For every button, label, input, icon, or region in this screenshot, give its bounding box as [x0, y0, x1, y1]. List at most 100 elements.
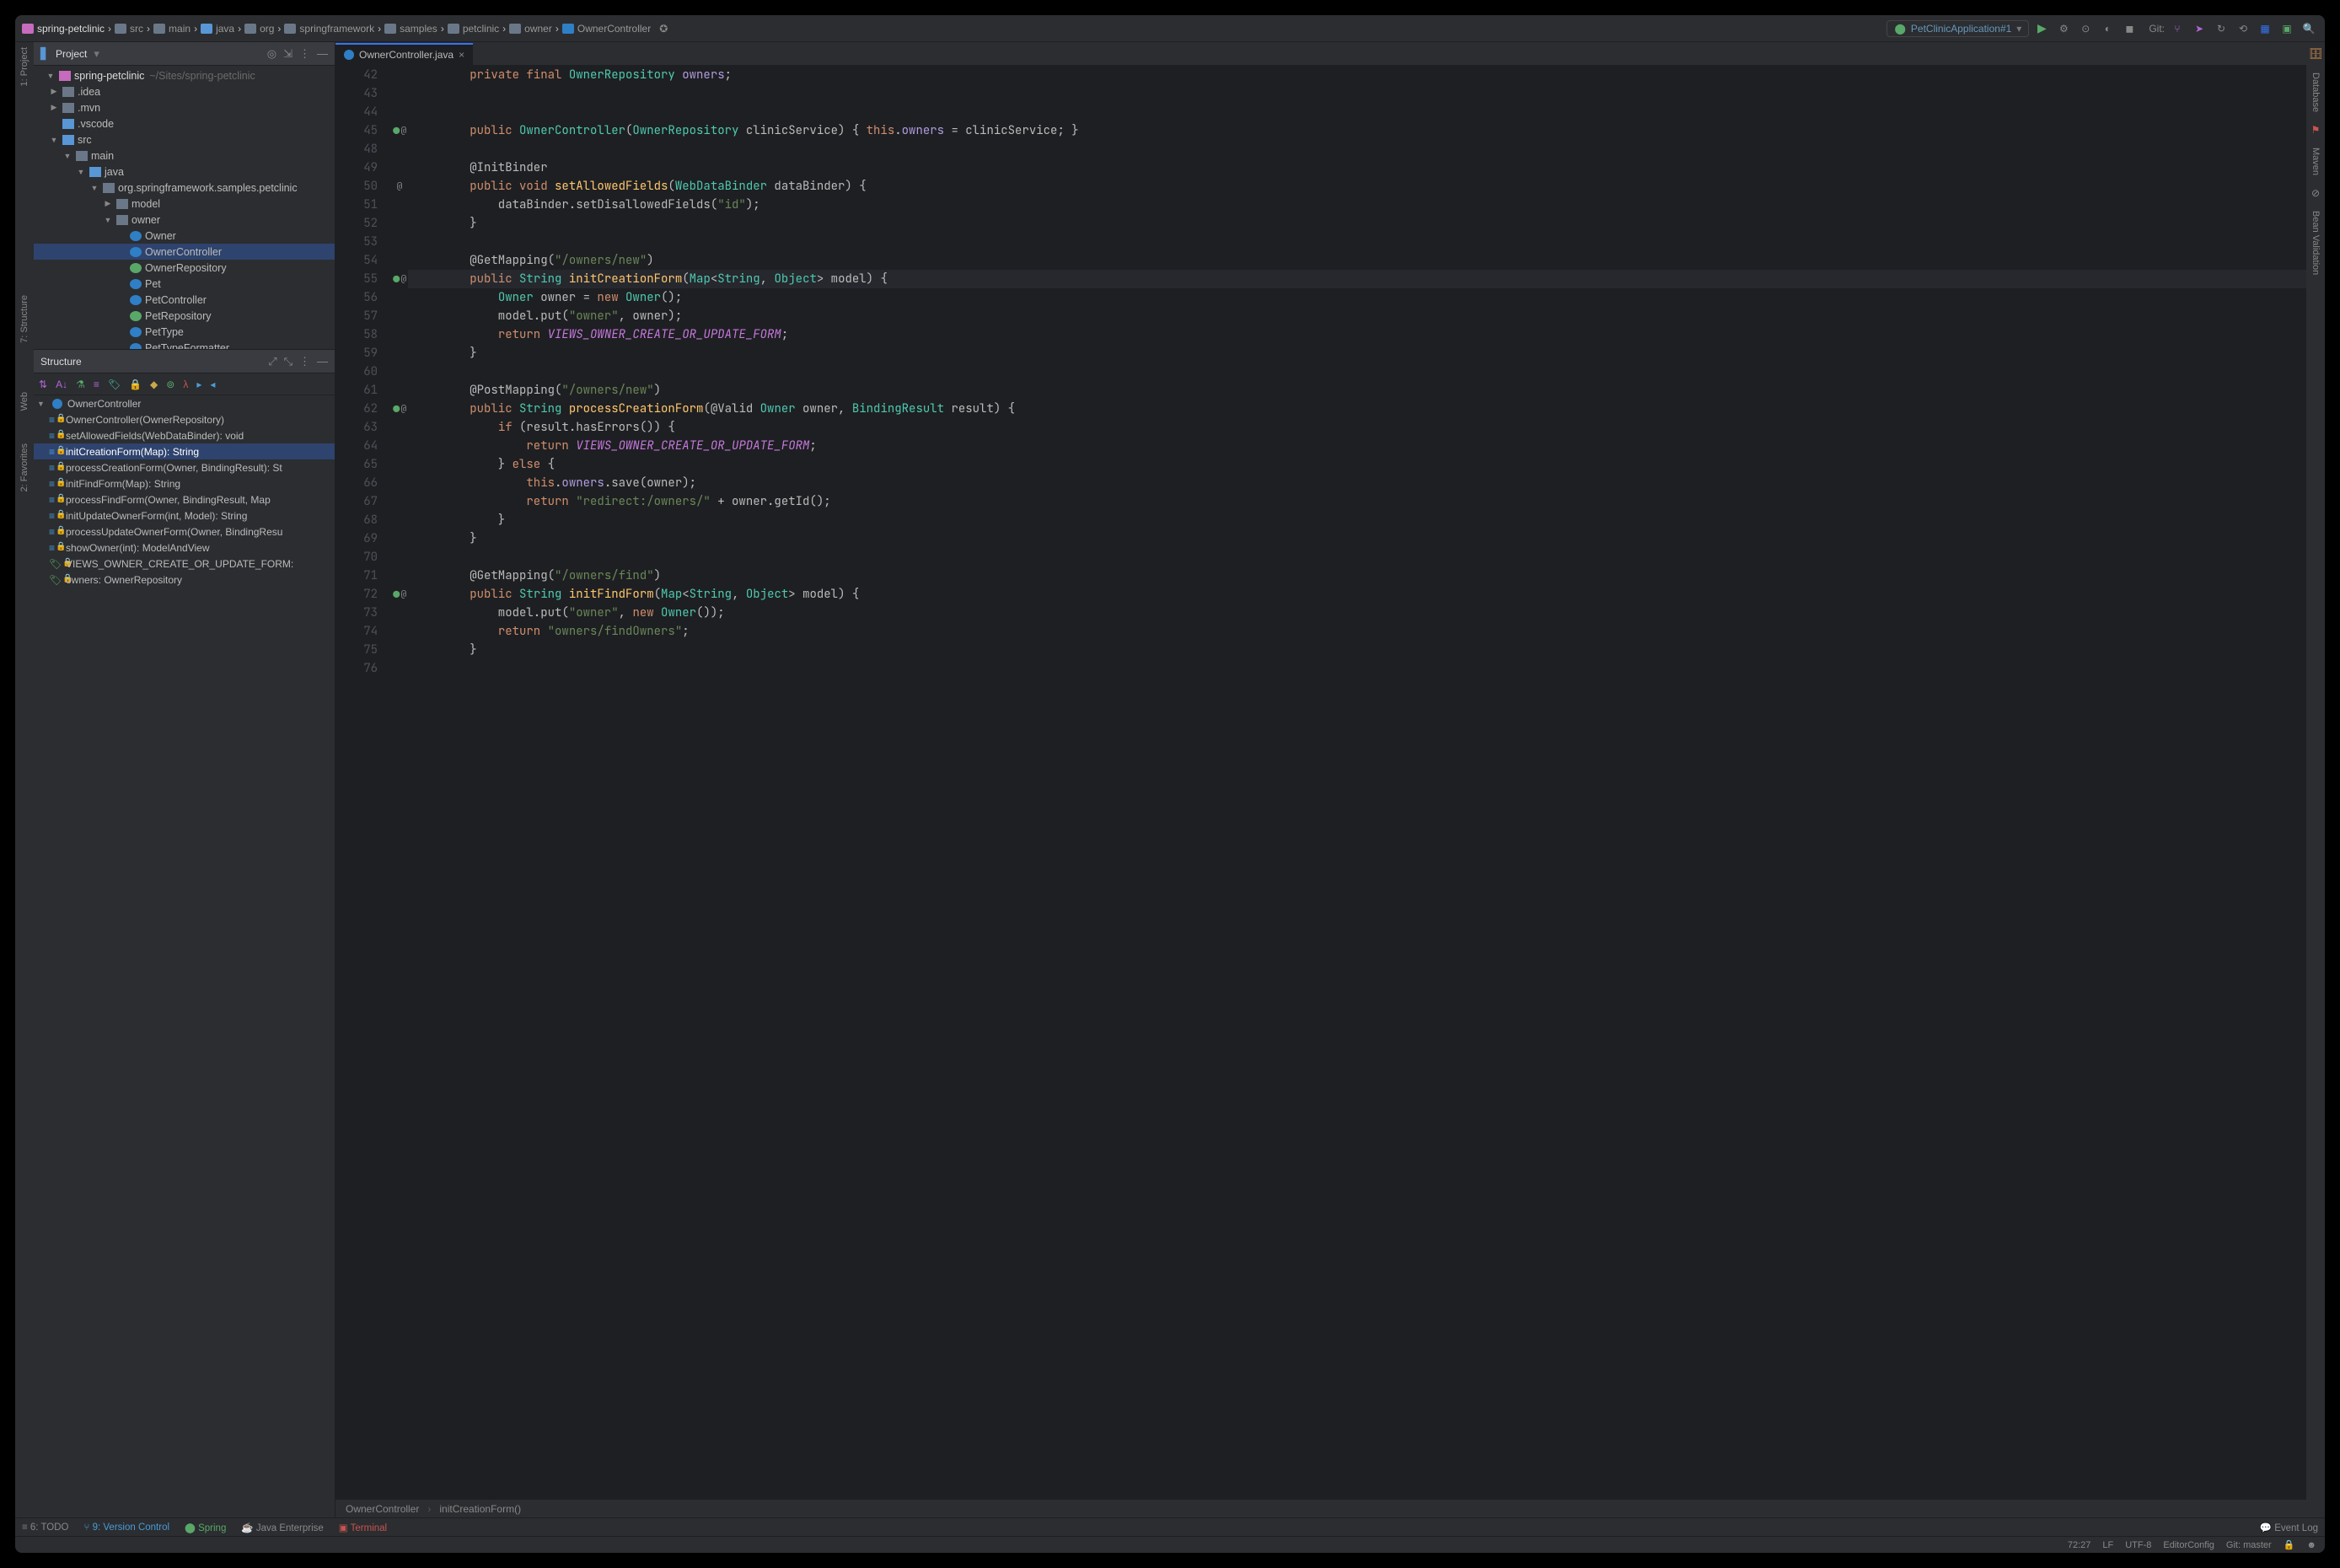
strip-web[interactable]: Web: [19, 392, 30, 411]
structure-settings[interactable]: ⋮: [299, 355, 310, 368]
strip-favorites[interactable]: 2: Favorites: [19, 443, 30, 491]
encoding[interactable]: UTF-8: [2125, 1540, 2151, 1550]
diamond-icon[interactable]: ◆: [150, 379, 158, 390]
terminal-tool[interactable]: ▣ Terminal: [339, 1522, 387, 1533]
structure-member[interactable]: ≡🔒OwnerController(OwnerRepository): [34, 411, 335, 427]
az-icon[interactable]: A↓: [56, 379, 67, 390]
structure-member[interactable]: ≡🔒processFindForm(Owner, BindingResult, …: [34, 491, 335, 507]
structure-class[interactable]: ▼OwnerController: [34, 395, 335, 411]
tree-item[interactable]: ▼main: [34, 148, 335, 164]
debug-button[interactable]: ⚙: [2054, 19, 2073, 38]
list-icon[interactable]: ≡: [94, 379, 99, 390]
tree-item[interactable]: ▶model: [34, 196, 335, 212]
git-push-icon[interactable]: ➤: [2190, 19, 2209, 38]
filter-icon[interactable]: ⚗: [76, 379, 85, 390]
settings-icon[interactable]: ⋮: [299, 47, 310, 61]
tree-item[interactable]: ▼java: [34, 164, 335, 180]
db-icon[interactable]: 🗄: [2309, 47, 2323, 61]
structure-member[interactable]: ≡🔒processUpdateOwnerForm(Owner, BindingR…: [34, 524, 335, 540]
tree-item[interactable]: PetRepository: [34, 308, 335, 324]
git-history-icon[interactable]: ⟲: [2234, 19, 2252, 38]
structure-member[interactable]: ≡🔒initCreationForm(Map): String: [34, 443, 335, 459]
tree-root[interactable]: ▼spring-petclinic~/Sites/spring-petclini…: [34, 67, 335, 83]
tab-ownercontroller[interactable]: OwnerController.java ×: [335, 43, 473, 65]
lock-icon[interactable]: 🔒: [129, 379, 142, 390]
deploy-icon[interactable]: ▣: [2278, 19, 2296, 38]
strip-database[interactable]: Database: [2310, 72, 2321, 112]
git-update-icon[interactable]: ↻: [2212, 19, 2230, 38]
editor-breadcrumbs[interactable]: OwnerController› initCreationForm(): [335, 1499, 2306, 1517]
structure-member[interactable]: 🏷🔒owners: OwnerRepository: [34, 572, 335, 588]
javaee-tool[interactable]: ☕ Java Enterprise: [241, 1522, 323, 1533]
breadcrumb-item[interactable]: src: [115, 23, 143, 35]
tree-item[interactable]: ▼org.springframework.samples.petclinic: [34, 180, 335, 196]
strip-project[interactable]: 1: Project: [19, 47, 30, 86]
strip-maven[interactable]: Maven: [2310, 148, 2321, 175]
breadcrumb-item[interactable]: spring-petclinic: [22, 23, 105, 35]
collapse-structure[interactable]: ⤡: [284, 355, 292, 368]
vcs-tool[interactable]: ⑂ 9: Version Control: [84, 1522, 170, 1533]
tree-item[interactable]: ▶.idea: [34, 83, 335, 99]
breadcrumb-item[interactable]: OwnerController: [562, 23, 651, 35]
minimize-icon[interactable]: —: [317, 47, 328, 60]
gutter-icons[interactable]: ⬤@@⬤@⬤@⬤@: [391, 66, 408, 1499]
expand-icon[interactable]: ⇲: [283, 47, 292, 61]
structure-min[interactable]: —: [317, 355, 328, 368]
breadcrumb-item[interactable]: springframework: [284, 23, 374, 35]
compass-icon[interactable]: ✪: [654, 19, 673, 38]
structure-list[interactable]: ▼OwnerController≡🔒OwnerController(OwnerR…: [34, 395, 335, 1517]
tree-item[interactable]: .vscode: [34, 115, 335, 132]
breadcrumb-item[interactable]: java: [201, 23, 234, 35]
todo-tool[interactable]: ≡ 6: TODO: [22, 1522, 69, 1533]
project-tree[interactable]: ▼spring-petclinic~/Sites/spring-petclini…: [34, 66, 335, 349]
structure-member[interactable]: ≡🔒initUpdateOwnerForm(int, Model): Strin…: [34, 507, 335, 524]
event-log[interactable]: 💬 Event Log: [2260, 1522, 2318, 1533]
editorconfig[interactable]: EditorConfig: [2163, 1540, 2214, 1550]
expand-structure[interactable]: ⤢: [268, 355, 276, 368]
readonly-icon[interactable]: 🔒: [2284, 1539, 2295, 1550]
i-icon[interactable]: ▸: [196, 379, 201, 390]
maven-icon[interactable]: ⚑: [2311, 124, 2321, 136]
spring-tool[interactable]: ⬤ Spring: [185, 1522, 226, 1533]
run-config-selector[interactable]: ⬤ PetClinicApplication#1 ▾: [1886, 20, 2029, 37]
structure-member[interactable]: ≡🔒processCreationForm(Owner, BindingResu…: [34, 459, 335, 475]
strip-structure[interactable]: 7: Structure: [19, 295, 30, 343]
locate-icon[interactable]: ◎: [267, 47, 276, 61]
tree-item[interactable]: PetType: [34, 324, 335, 340]
code-area[interactable]: private final OwnerRepository owners; pu…: [408, 66, 2306, 1499]
inspections-icon[interactable]: ☻: [2306, 1540, 2316, 1550]
caret-position[interactable]: 72:27: [2068, 1540, 2091, 1550]
breadcrumb-item[interactable]: main: [153, 23, 191, 35]
tree-item[interactable]: PetTypeFormatter: [34, 340, 335, 349]
tree-item[interactable]: Owner: [34, 228, 335, 244]
structure-member[interactable]: ≡🔒setAllowedFields(WebDataBinder): void: [34, 427, 335, 443]
tree-item[interactable]: OwnerController: [34, 244, 335, 260]
breadcrumb-item[interactable]: org: [244, 23, 274, 35]
breadcrumb-item[interactable]: owner: [509, 23, 552, 35]
stop-button[interactable]: ◼: [2120, 19, 2139, 38]
structure-member[interactable]: ≡🔒initFindForm(Map): String: [34, 475, 335, 491]
run-button[interactable]: ▶: [2032, 19, 2051, 38]
grid-icon[interactable]: ▦: [2256, 19, 2274, 38]
structure-member[interactable]: 🏷🔒VIEWS_OWNER_CREATE_OR_UPDATE_FORM:: [34, 556, 335, 572]
tree-item[interactable]: Pet: [34, 276, 335, 292]
coverage-button[interactable]: ⊙: [2076, 19, 2095, 38]
bean-icon[interactable]: ⊘: [2311, 187, 2320, 199]
git-branch-icon[interactable]: ⑂: [2168, 19, 2187, 38]
breadcrumb-item[interactable]: samples: [384, 23, 437, 35]
line-sep[interactable]: LF: [2102, 1540, 2113, 1550]
breadcrumb-item[interactable]: petclinic: [448, 23, 499, 35]
sort-icon[interactable]: ⇅: [39, 379, 47, 390]
lambda-icon[interactable]: λ: [183, 379, 188, 390]
close-icon[interactable]: ×: [459, 49, 464, 61]
bean-icon[interactable]: ⊚: [166, 379, 174, 390]
tag-icon[interactable]: 🏷: [108, 379, 121, 390]
tree-item[interactable]: ▶.mvn: [34, 99, 335, 115]
profile-button[interactable]: ◐: [2098, 19, 2117, 38]
tree-item[interactable]: ▼owner: [34, 212, 335, 228]
search-icon[interactable]: 🔍: [2300, 19, 2318, 38]
tree-item[interactable]: PetController: [34, 292, 335, 308]
tree-item[interactable]: OwnerRepository: [34, 260, 335, 276]
c-icon[interactable]: ◂: [210, 379, 215, 390]
tree-item[interactable]: ▼src: [34, 132, 335, 148]
